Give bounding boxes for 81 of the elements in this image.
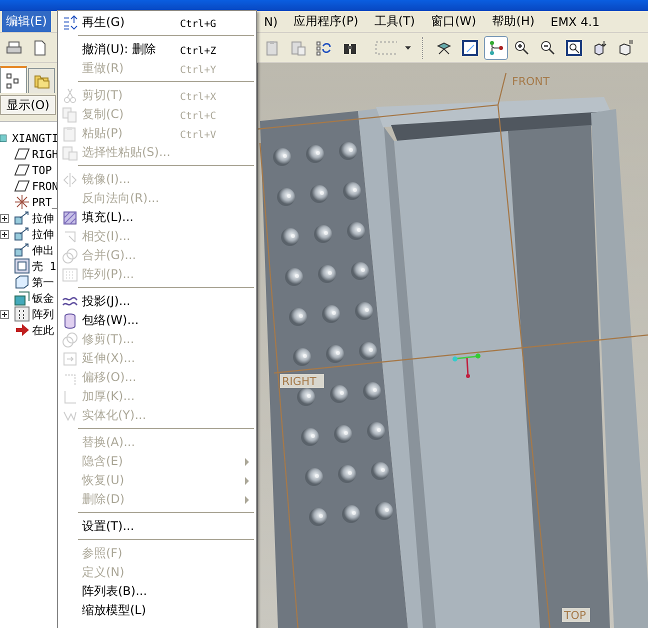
tree-item-label[interactable]: 伸出 — [32, 242, 54, 258]
refit-icon — [566, 40, 582, 56]
caret-icon — [405, 46, 411, 50]
pattern-icon — [14, 306, 30, 322]
tree-item-label[interactable]: XIANGTI — [12, 132, 58, 144]
menu-item[interactable]: 包络(W)... — [58, 311, 256, 330]
tree-item-label[interactable]: 壳 1 — [32, 258, 56, 274]
navigator-tab[interactable] — [0, 66, 27, 93]
display-button[interactable]: 显示(O) — [0, 95, 56, 115]
datum-plane-icon — [14, 178, 30, 194]
sheet-metal-icon — [14, 290, 30, 306]
tree-item-label[interactable]: 拉伸 — [32, 226, 54, 242]
insert-arrow-icon — [14, 322, 30, 338]
extrude-icon — [14, 242, 30, 258]
shell-icon — [14, 258, 30, 274]
printer-icon — [6, 40, 22, 56]
folders-icon — [34, 73, 50, 89]
tree-item-label[interactable]: 拉伸 — [32, 210, 54, 226]
menu-item[interactable]: 工具(T) — [370, 11, 419, 32]
paste-icon — [264, 40, 280, 56]
zoom-out-icon — [540, 40, 556, 56]
submenu-arrow-icon — [244, 458, 250, 466]
tree-item-label[interactable]: TOP — [32, 164, 52, 176]
annotation-cube-icon — [618, 40, 634, 56]
model-tree-icon — [6, 72, 22, 88]
menu-item[interactable]: 设置(T)... — [58, 517, 256, 536]
menu-item[interactable]: 帮助(H) — [488, 11, 539, 32]
menu-item[interactable]: 应用程序(P) — [290, 11, 362, 32]
regenerate-manager-icon — [316, 40, 332, 56]
menu-item[interactable]: N) — [260, 12, 282, 30]
menu-item[interactable]: 缩放模型(L) — [58, 601, 256, 620]
menu-item[interactable]: 再生(G) Ctrl+G — [58, 13, 256, 32]
tree-item-label[interactable]: 钣金 — [32, 290, 54, 306]
submenu-arrow-icon — [244, 496, 250, 504]
menu-item[interactable]: EMX 4.1 — [546, 12, 604, 30]
coordinate-system-icon — [14, 194, 30, 210]
toolbar-button[interactable] — [484, 36, 508, 60]
tree-item-label[interactable]: PRT_ — [32, 196, 58, 208]
datum-plane-icon — [14, 162, 30, 178]
datum-plane-icon — [14, 146, 30, 162]
menu-item[interactable]: 阵列表(B)... — [58, 582, 256, 601]
corner-icon — [62, 228, 78, 244]
wall-icon — [14, 274, 30, 290]
menu-item[interactable]: 窗口(W) — [426, 11, 480, 32]
tree-item-label[interactable]: 在此 — [32, 322, 54, 338]
mirror-icon — [62, 172, 78, 188]
menu-item[interactable]: 投影(J)... — [58, 292, 256, 311]
menu-item[interactable]: 编辑(E) — [2, 11, 51, 32]
scissors-icon — [62, 88, 78, 104]
circles-icon — [62, 332, 78, 348]
clipboard-icon — [62, 126, 78, 142]
datum-plane-label: FRONT — [512, 75, 550, 88]
expand-icon[interactable] — [0, 214, 9, 222]
expand-icon[interactable] — [0, 230, 9, 238]
angle-icon — [62, 388, 78, 404]
tree-item-label[interactable]: 阵列 — [32, 306, 54, 322]
extrude-icon — [14, 226, 30, 242]
regenerate-icon — [62, 14, 78, 30]
arrow-box-icon — [62, 350, 78, 366]
plane-display-icon — [462, 40, 478, 56]
menu-item[interactable]: 填充(L)... — [58, 208, 256, 227]
tree-item-label[interactable]: 第一 — [32, 274, 54, 290]
cylinder-icon — [62, 312, 78, 328]
circles-icon — [62, 248, 78, 264]
grid-icon — [62, 266, 78, 282]
datum-point-icon — [488, 40, 504, 56]
clipboard-icon — [62, 144, 78, 160]
cube-arrow-icon — [592, 40, 608, 56]
submenu-arrow-icon — [244, 476, 250, 484]
zoom-in-icon — [514, 40, 530, 56]
expand-icon[interactable] — [0, 310, 9, 318]
datum-plane-label: TOP — [564, 609, 586, 622]
view-orientation-icon — [436, 40, 452, 56]
menu-item[interactable]: 撤消(U): 删除 Ctrl+Z — [58, 40, 256, 59]
coordinate-system-icon — [452, 354, 480, 378]
paste-special-icon — [290, 40, 306, 56]
new-file-icon — [32, 40, 48, 56]
extrude-icon — [14, 210, 30, 226]
copy-icon — [62, 106, 78, 122]
hatched-square-icon — [62, 210, 78, 226]
datum-plane-label: RIGHT — [282, 375, 316, 388]
